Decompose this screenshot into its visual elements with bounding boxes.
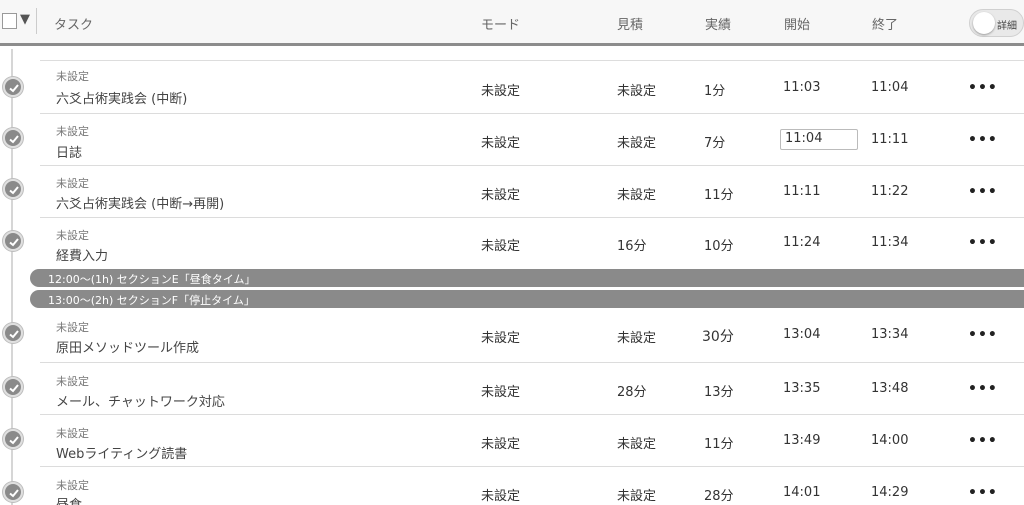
- column-header-mode[interactable]: モード: [481, 14, 520, 33]
- column-header-start[interactable]: 開始: [784, 14, 810, 33]
- check-icon[interactable]: [3, 429, 23, 449]
- task-start[interactable]: 11:24: [783, 235, 820, 250]
- section-header[interactable]: 13:00〜(2h) セクションF「停止タイム」: [30, 290, 1024, 308]
- task-row[interactable]: 未設定 Webライティング読書 未設定 未設定 11分 13:49 14:00 …: [0, 415, 1024, 467]
- task-mode-label: 未設定: [56, 375, 89, 388]
- chevron-down-icon[interactable]: ▼: [20, 12, 30, 27]
- task-actual: 7分: [704, 136, 726, 151]
- check-icon[interactable]: [3, 179, 23, 199]
- task-estimate[interactable]: 未設定: [617, 184, 656, 203]
- task-end[interactable]: 11:11: [871, 132, 908, 147]
- check-icon[interactable]: [3, 128, 23, 148]
- task-row[interactable]: 未設定 経費入力 未設定 16分 10分 11:24 11:34 •••: [0, 218, 1024, 270]
- task-estimate[interactable]: 未設定: [617, 132, 656, 151]
- header-divider: [36, 8, 37, 34]
- more-icon[interactable]: •••: [968, 235, 998, 251]
- task-name[interactable]: 六爻占術実践会 (中断): [56, 88, 187, 107]
- more-icon[interactable]: •••: [968, 184, 998, 200]
- section-header[interactable]: 12:00〜(1h) セクションE「昼食タイム」: [30, 269, 1024, 287]
- task-actual: 30分: [702, 329, 734, 345]
- task-end[interactable]: 11:04: [871, 80, 908, 95]
- task-start[interactable]: 11:11: [783, 184, 820, 199]
- task-mode[interactable]: 未設定: [481, 433, 520, 452]
- more-icon[interactable]: •••: [968, 327, 998, 343]
- more-icon[interactable]: •••: [968, 433, 998, 449]
- table-header: ▼ タスク モード 見積 実績 開始 終了 詳細: [0, 0, 1024, 46]
- task-end[interactable]: 13:48: [871, 381, 908, 396]
- section-label: 13:00〜(2h) セクションF「停止タイム」: [48, 294, 255, 307]
- task-mode-label: 未設定: [56, 427, 89, 440]
- task-mode[interactable]: 未設定: [481, 80, 520, 99]
- task-mode[interactable]: 未設定: [481, 327, 520, 346]
- task-name[interactable]: メール、チャットワーク対応: [56, 391, 225, 410]
- detail-toggle-label: 詳細: [997, 21, 1017, 32]
- task-estimate[interactable]: 未設定: [617, 433, 656, 452]
- task-actual: 13分: [704, 385, 734, 400]
- task-name[interactable]: 原田メソッドツール作成: [56, 337, 199, 356]
- task-row[interactable]: 未設定 昼食 未設定 未設定 28分 14:01 14:29 •••: [0, 467, 1024, 505]
- task-mode[interactable]: 未設定: [481, 381, 520, 400]
- task-start[interactable]: 14:01: [783, 485, 820, 500]
- task-row[interactable]: 未設定 メール、チャットワーク対応 未設定 28分 13分 13:35 13:4…: [0, 363, 1024, 415]
- task-start[interactable]: 13:04: [783, 327, 820, 342]
- task-end[interactable]: 13:34: [871, 327, 908, 342]
- detail-toggle[interactable]: 詳細: [969, 9, 1024, 37]
- task-actual: 11分: [704, 437, 734, 452]
- section-label: 12:00〜(1h) セクションE「昼食タイム」: [48, 273, 256, 286]
- check-icon[interactable]: [3, 77, 23, 97]
- task-estimate[interactable]: 28分: [617, 381, 647, 400]
- task-mode-label: 未設定: [56, 229, 89, 242]
- check-icon[interactable]: [3, 323, 23, 343]
- task-mode[interactable]: 未設定: [481, 132, 520, 151]
- check-icon[interactable]: [3, 482, 23, 502]
- column-header-actual[interactable]: 実績: [705, 14, 731, 33]
- task-start[interactable]: 13:49: [783, 433, 820, 448]
- task-name[interactable]: 昼食: [56, 494, 82, 505]
- scrolled-row-remnant: [40, 49, 1024, 61]
- task-start[interactable]: 13:35: [783, 381, 820, 396]
- task-actual: 11分: [704, 188, 734, 203]
- task-actual: 1分: [704, 84, 726, 99]
- column-header-estimate[interactable]: 見積: [617, 14, 643, 33]
- task-mode-label: 未設定: [56, 321, 89, 334]
- task-row[interactable]: 未設定 六爻占術実践会 (中断→再開) 未設定 未設定 11分 11:11 11…: [0, 166, 1024, 218]
- check-icon[interactable]: [3, 231, 23, 251]
- task-row[interactable]: 未設定 六爻占術実践会 (中断) 未設定 未設定 1分 11:03 11:04 …: [0, 62, 1024, 114]
- task-start[interactable]: 11:03: [783, 80, 820, 95]
- more-icon[interactable]: •••: [968, 132, 998, 148]
- task-estimate[interactable]: 未設定: [617, 80, 656, 99]
- column-header-task[interactable]: タスク: [54, 14, 93, 33]
- task-name[interactable]: Webライティング読書: [56, 443, 187, 462]
- check-icon[interactable]: [3, 377, 23, 397]
- toggle-knob: [973, 12, 995, 34]
- more-icon[interactable]: •••: [968, 485, 998, 501]
- task-mode[interactable]: 未設定: [481, 485, 520, 504]
- task-estimate[interactable]: 未設定: [617, 327, 656, 346]
- task-estimate[interactable]: 未設定: [617, 485, 656, 504]
- task-end[interactable]: 14:00: [871, 433, 908, 448]
- column-header-end[interactable]: 終了: [872, 14, 898, 33]
- task-mode-label: 未設定: [56, 177, 89, 190]
- task-name[interactable]: 日誌: [56, 142, 82, 161]
- task-actual: 28分: [704, 489, 734, 504]
- task-mode-label: 未設定: [56, 125, 89, 138]
- task-actual: 10分: [704, 239, 734, 254]
- task-mode[interactable]: 未設定: [481, 235, 520, 254]
- select-all-checkbox[interactable]: [2, 13, 17, 29]
- task-end[interactable]: 11:34: [871, 235, 908, 250]
- task-mode-label: 未設定: [56, 70, 89, 83]
- task-end[interactable]: 14:29: [871, 485, 908, 500]
- task-mode-label: 未設定: [56, 479, 89, 492]
- task-end[interactable]: 11:22: [871, 184, 908, 199]
- task-estimate[interactable]: 16分: [617, 235, 647, 254]
- task-mode[interactable]: 未設定: [481, 184, 520, 203]
- task-row[interactable]: 未設定 日誌 未設定 未設定 7分 11:04 11:11 •••: [0, 114, 1024, 166]
- task-name[interactable]: 経費入力: [56, 245, 108, 264]
- more-icon[interactable]: •••: [968, 80, 998, 96]
- start-time-input[interactable]: 11:04: [780, 129, 858, 150]
- task-row[interactable]: 未設定 原田メソッドツール作成 未設定 未設定 30分 13:04 13:34 …: [0, 310, 1024, 363]
- task-name[interactable]: 六爻占術実践会 (中断→再開): [56, 193, 224, 212]
- more-icon[interactable]: •••: [968, 381, 998, 397]
